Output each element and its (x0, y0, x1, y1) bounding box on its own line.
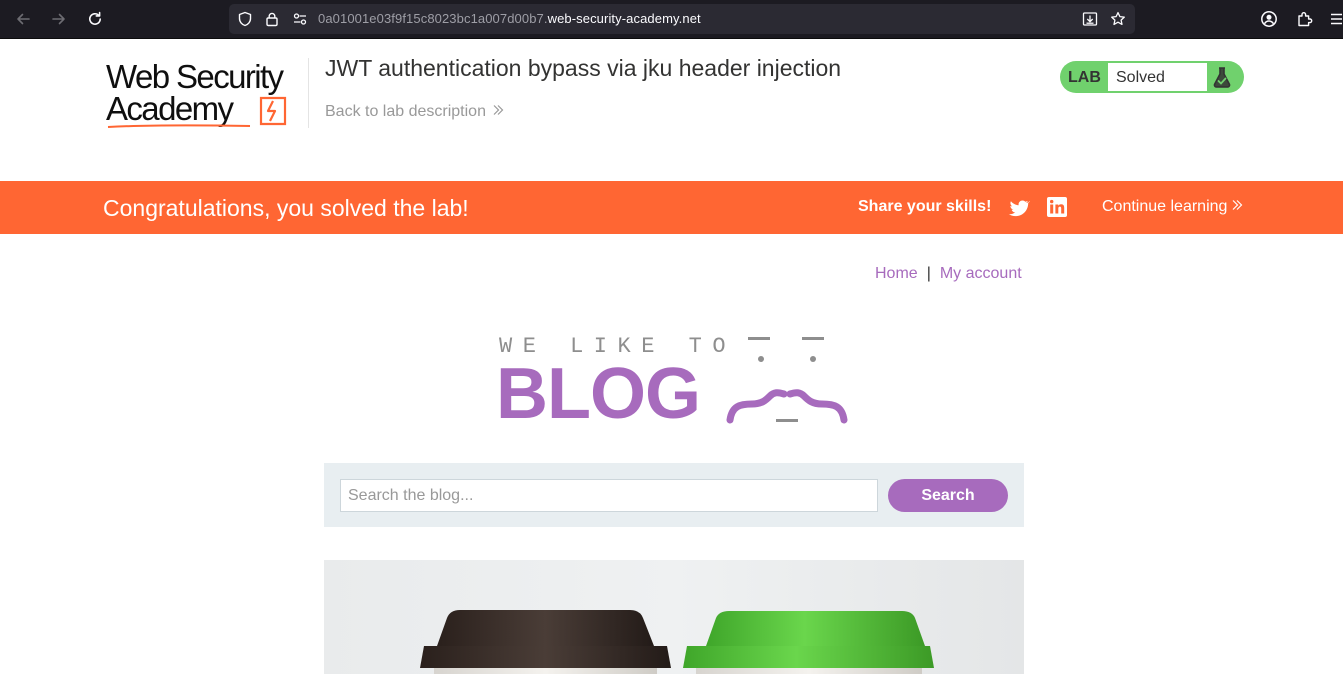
permissions-icon[interactable] (292, 11, 308, 27)
shield-icon[interactable] (237, 11, 253, 27)
lab-status-text: Solved (1116, 69, 1165, 86)
logo-line-1: Web Security (106, 58, 284, 95)
lab-title: JWT authentication bypass via jku header… (325, 55, 842, 81)
forward-arrow-icon[interactable] (48, 8, 70, 30)
linkedin-icon[interactable] (1047, 197, 1067, 217)
menu-icon[interactable] (1328, 8, 1342, 30)
back-arrow-icon[interactable] (12, 8, 34, 30)
coffee-cups-picture (324, 560, 1024, 674)
blog-logo-word: BLOG (496, 354, 701, 434)
download-icon[interactable] (1082, 11, 1098, 27)
search-button[interactable]: Search (888, 479, 1008, 512)
double-chevron-right-icon (1231, 198, 1243, 216)
twitter-icon[interactable] (1008, 197, 1030, 219)
blog-top-nav: Home | My account (875, 265, 1022, 283)
web-security-academy-logo[interactable]: Web Security Academy (106, 60, 306, 132)
flask-check-icon (1213, 67, 1231, 88)
continue-learning-label: Continue learning (1102, 198, 1228, 216)
nav-separator: | (926, 265, 931, 282)
curly-brace-face-icon (726, 337, 848, 424)
back-link-label: Back to lab description (325, 103, 486, 121)
extensions-icon[interactable] (1294, 8, 1316, 30)
blog-logo: WE LIKE TO BLOG (496, 332, 856, 432)
home-link[interactable]: Home (875, 265, 918, 282)
lab-status-box: Solved (1108, 63, 1207, 91)
url-text[interactable]: 0a01001e03f9f15c8023bc1a007d00b7.web-sec… (318, 11, 701, 27)
header-divider (308, 58, 309, 128)
account-icon[interactable] (1258, 8, 1280, 30)
search-input[interactable] (340, 479, 878, 512)
lab-badge-label: LAB (1068, 69, 1101, 86)
lock-icon[interactable] (264, 11, 280, 27)
browser-toolbar: 0a01001e03f9f15c8023bc1a007d00b7.web-sec… (0, 0, 1343, 39)
address-bar[interactable]: 0a01001e03f9f15c8023bc1a007d00b7.web-sec… (229, 4, 1135, 34)
my-account-link[interactable]: My account (940, 265, 1022, 282)
reload-icon[interactable] (84, 8, 106, 30)
congratulations-message: Congratulations, you solved the lab! (103, 195, 469, 221)
continue-learning-link[interactable]: Continue learning (1102, 198, 1243, 216)
lightning-box-icon (259, 96, 287, 126)
lab-status-badge: LAB Solved (1060, 61, 1244, 93)
search-panel: Search (324, 463, 1024, 527)
blog-post-image[interactable] (324, 560, 1024, 674)
solved-banner: Congratulations, you solved the lab! Sha… (0, 181, 1343, 234)
star-icon[interactable] (1110, 11, 1126, 27)
share-skills-label: Share your skills! (858, 198, 992, 215)
back-to-lab-description-link[interactable]: Back to lab description (325, 103, 504, 121)
double-chevron-right-icon (492, 103, 504, 121)
